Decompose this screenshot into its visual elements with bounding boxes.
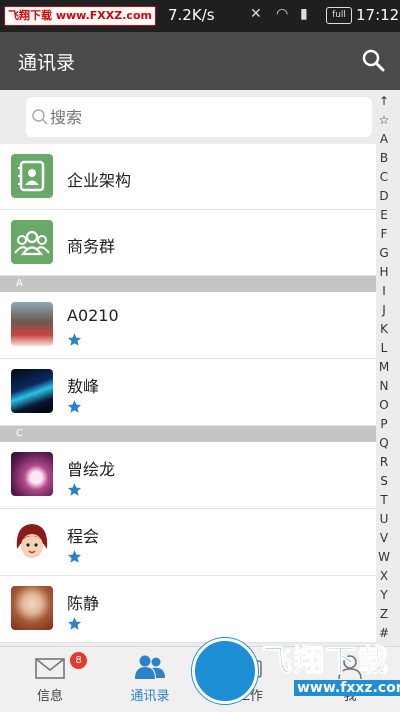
- index-letter[interactable]: Y: [376, 588, 392, 602]
- watermark-logo: 飞翔下载 www.fxxz.com: [186, 632, 400, 712]
- star-icon: [67, 617, 82, 630]
- contact-name: 敖峰: [67, 377, 100, 396]
- search-box[interactable]: [26, 97, 372, 137]
- unread-badge: 8: [70, 652, 87, 669]
- watermark-logo-icon: [192, 638, 258, 704]
- star-icon: [67, 550, 82, 563]
- index-letter[interactable]: ☆: [376, 113, 392, 127]
- contact-row[interactable]: A0210: [0, 292, 376, 359]
- contact-name: 程会: [67, 527, 100, 546]
- search-area: [0, 90, 376, 144]
- index-letter[interactable]: L: [376, 341, 392, 355]
- tab-label: 通讯录: [130, 689, 170, 704]
- index-letter[interactable]: R: [376, 455, 392, 469]
- contacts-icon: [135, 655, 165, 679]
- index-letter[interactable]: B: [376, 151, 392, 165]
- battery-indicator: full: [326, 7, 352, 24]
- wifi-icon: ◠: [276, 6, 289, 22]
- index-letter[interactable]: M: [376, 360, 392, 374]
- page-title: 通讯录: [18, 52, 76, 74]
- tab-label: 信息: [36, 689, 63, 704]
- avatar: [11, 369, 53, 413]
- index-letter[interactable]: P: [376, 417, 392, 431]
- index-letter[interactable]: K: [376, 322, 392, 336]
- contact-list: 企业架构 商务群 A A0210 敖峰 C 曾绘龙 程会 陈静: [0, 144, 376, 643]
- clock: 17:12: [356, 6, 400, 24]
- index-letter[interactable]: U: [376, 512, 392, 526]
- index-letter[interactable]: T: [376, 493, 392, 507]
- watermark-logo-text: 飞翔下载: [262, 644, 390, 680]
- index-letter[interactable]: W: [376, 550, 392, 564]
- avatar: [11, 519, 53, 563]
- business-group-item[interactable]: 商务群: [0, 210, 376, 276]
- index-letter[interactable]: E: [376, 208, 392, 222]
- index-letter[interactable]: V: [376, 531, 392, 545]
- tab-messages[interactable]: 8 信息: [0, 647, 100, 712]
- index-letter[interactable]: X: [376, 569, 392, 583]
- index-letter[interactable]: ↑: [376, 94, 392, 108]
- contact-name: A0210: [67, 306, 119, 325]
- org-structure-item[interactable]: 企业架构: [0, 144, 376, 210]
- tab-contacts[interactable]: 通讯录: [100, 647, 200, 712]
- section-header-a: A: [0, 276, 376, 292]
- index-letter[interactable]: G: [376, 246, 392, 260]
- index-letter[interactable]: F: [376, 227, 392, 241]
- network-speed: 7.2K/s: [168, 6, 215, 24]
- mute-icon: ✕: [250, 6, 262, 22]
- search-icon: [32, 109, 48, 125]
- contact-row[interactable]: 敖峰: [0, 359, 376, 426]
- search-icon[interactable]: [360, 47, 386, 73]
- business-group-label: 商务群: [67, 237, 116, 256]
- index-letter[interactable]: Z: [376, 607, 392, 621]
- index-letter[interactable]: H: [376, 265, 392, 279]
- index-letter[interactable]: A: [376, 132, 392, 146]
- contact-name: 曾绘龙: [67, 460, 116, 479]
- watermark-logo-url: www.fxxz.com: [294, 680, 400, 696]
- envelope-icon: [35, 658, 65, 679]
- org-chart-icon: [11, 154, 53, 198]
- signal-icon: ▮: [300, 6, 308, 22]
- index-letter[interactable]: N: [376, 379, 392, 393]
- index-letter[interactable]: S: [376, 474, 392, 488]
- star-icon: [67, 333, 82, 346]
- org-structure-label: 企业架构: [67, 171, 132, 190]
- avatar: [11, 452, 53, 496]
- star-icon: [67, 483, 82, 496]
- search-input[interactable]: [50, 105, 350, 129]
- avatar: [11, 302, 53, 346]
- index-letter[interactable]: O: [376, 398, 392, 412]
- app-bar: 通讯录: [0, 32, 400, 90]
- watermark-banner: 飞翔下载 www.FXXZ.com: [4, 6, 156, 26]
- index-letter[interactable]: I: [376, 284, 392, 298]
- section-header-c: C: [0, 426, 376, 442]
- group-icon: [11, 220, 53, 264]
- status-bar: 飞翔下载 www.FXXZ.com 7.2K/s ✕ ◠ ▮ full 17:1…: [0, 0, 400, 32]
- index-letter[interactable]: Q: [376, 436, 392, 450]
- alphabet-index[interactable]: ↑ ☆ A B C D E F G H I J K L M N O P Q R …: [376, 94, 400, 644]
- contact-row[interactable]: 曾绘龙: [0, 442, 376, 509]
- contact-row[interactable]: 程会: [0, 509, 376, 576]
- index-letter[interactable]: D: [376, 189, 392, 203]
- index-letter[interactable]: C: [376, 170, 392, 184]
- index-letter[interactable]: J: [376, 303, 392, 317]
- contact-name: 陈静: [67, 594, 100, 613]
- star-icon: [67, 400, 82, 413]
- avatar: [11, 586, 53, 630]
